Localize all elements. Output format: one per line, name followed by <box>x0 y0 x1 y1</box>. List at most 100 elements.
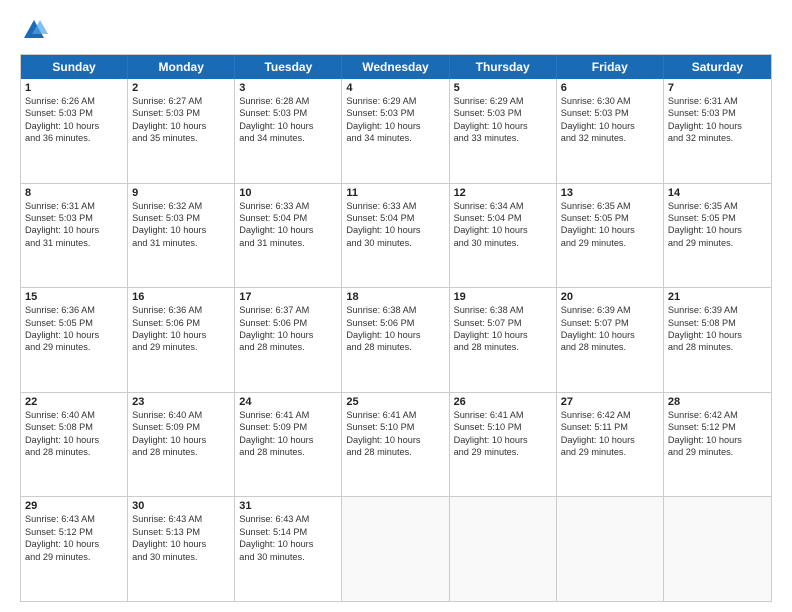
day-cell-10: 10Sunrise: 6:33 AMSunset: 5:04 PMDayligh… <box>235 184 342 288</box>
cell-text: Sunrise: 6:26 AMSunset: 5:03 PMDaylight:… <box>25 95 123 145</box>
day-number: 18 <box>346 291 444 303</box>
day-number: 3 <box>239 82 337 94</box>
cell-text: Sunrise: 6:43 AMSunset: 5:12 PMDaylight:… <box>25 513 123 563</box>
day-cell-17: 17Sunrise: 6:37 AMSunset: 5:06 PMDayligh… <box>235 288 342 392</box>
cell-text: Sunrise: 6:39 AMSunset: 5:07 PMDaylight:… <box>561 304 659 354</box>
day-number: 7 <box>668 82 767 94</box>
cell-text: Sunrise: 6:29 AMSunset: 5:03 PMDaylight:… <box>346 95 444 145</box>
day-number: 20 <box>561 291 659 303</box>
day-cell-2: 2Sunrise: 6:27 AMSunset: 5:03 PMDaylight… <box>128 79 235 183</box>
day-cell-15: 15Sunrise: 6:36 AMSunset: 5:05 PMDayligh… <box>21 288 128 392</box>
day-cell-9: 9Sunrise: 6:32 AMSunset: 5:03 PMDaylight… <box>128 184 235 288</box>
day-number: 30 <box>132 500 230 512</box>
day-number: 14 <box>668 187 767 199</box>
cell-text: Sunrise: 6:42 AMSunset: 5:11 PMDaylight:… <box>561 409 659 459</box>
day-number: 15 <box>25 291 123 303</box>
header-day-thursday: Thursday <box>450 55 557 79</box>
day-number: 23 <box>132 396 230 408</box>
calendar-row-4: 22Sunrise: 6:40 AMSunset: 5:08 PMDayligh… <box>21 392 771 497</box>
cell-text: Sunrise: 6:27 AMSunset: 5:03 PMDaylight:… <box>132 95 230 145</box>
cell-text: Sunrise: 6:34 AMSunset: 5:04 PMDaylight:… <box>454 200 552 250</box>
day-cell-25: 25Sunrise: 6:41 AMSunset: 5:10 PMDayligh… <box>342 393 449 497</box>
cell-text: Sunrise: 6:29 AMSunset: 5:03 PMDaylight:… <box>454 95 552 145</box>
day-cell-28: 28Sunrise: 6:42 AMSunset: 5:12 PMDayligh… <box>664 393 771 497</box>
day-cell-20: 20Sunrise: 6:39 AMSunset: 5:07 PMDayligh… <box>557 288 664 392</box>
calendar: SundayMondayTuesdayWednesdayThursdayFrid… <box>20 54 772 602</box>
calendar-row-2: 8Sunrise: 6:31 AMSunset: 5:03 PMDaylight… <box>21 183 771 288</box>
day-number: 9 <box>132 187 230 199</box>
header-day-sunday: Sunday <box>21 55 128 79</box>
cell-text: Sunrise: 6:43 AMSunset: 5:14 PMDaylight:… <box>239 513 337 563</box>
cell-text: Sunrise: 6:40 AMSunset: 5:08 PMDaylight:… <box>25 409 123 459</box>
day-number: 2 <box>132 82 230 94</box>
header-day-wednesday: Wednesday <box>342 55 449 79</box>
header-day-friday: Friday <box>557 55 664 79</box>
day-cell-3: 3Sunrise: 6:28 AMSunset: 5:03 PMDaylight… <box>235 79 342 183</box>
day-number: 11 <box>346 187 444 199</box>
day-cell-30: 30Sunrise: 6:43 AMSunset: 5:13 PMDayligh… <box>128 497 235 601</box>
cell-text: Sunrise: 6:38 AMSunset: 5:06 PMDaylight:… <box>346 304 444 354</box>
cell-text: Sunrise: 6:43 AMSunset: 5:13 PMDaylight:… <box>132 513 230 563</box>
day-number: 5 <box>454 82 552 94</box>
day-cell-31: 31Sunrise: 6:43 AMSunset: 5:14 PMDayligh… <box>235 497 342 601</box>
cell-text: Sunrise: 6:35 AMSunset: 5:05 PMDaylight:… <box>668 200 767 250</box>
calendar-row-5: 29Sunrise: 6:43 AMSunset: 5:12 PMDayligh… <box>21 496 771 601</box>
calendar-header: SundayMondayTuesdayWednesdayThursdayFrid… <box>21 55 771 79</box>
cell-text: Sunrise: 6:37 AMSunset: 5:06 PMDaylight:… <box>239 304 337 354</box>
header-day-monday: Monday <box>128 55 235 79</box>
day-cell-24: 24Sunrise: 6:41 AMSunset: 5:09 PMDayligh… <box>235 393 342 497</box>
day-cell-11: 11Sunrise: 6:33 AMSunset: 5:04 PMDayligh… <box>342 184 449 288</box>
day-number: 21 <box>668 291 767 303</box>
header-day-tuesday: Tuesday <box>235 55 342 79</box>
day-number: 29 <box>25 500 123 512</box>
day-number: 19 <box>454 291 552 303</box>
day-cell-1: 1Sunrise: 6:26 AMSunset: 5:03 PMDaylight… <box>21 79 128 183</box>
cell-text: Sunrise: 6:41 AMSunset: 5:10 PMDaylight:… <box>454 409 552 459</box>
cell-text: Sunrise: 6:40 AMSunset: 5:09 PMDaylight:… <box>132 409 230 459</box>
cell-text: Sunrise: 6:36 AMSunset: 5:05 PMDaylight:… <box>25 304 123 354</box>
empty-cell <box>664 497 771 601</box>
cell-text: Sunrise: 6:30 AMSunset: 5:03 PMDaylight:… <box>561 95 659 145</box>
calendar-row-3: 15Sunrise: 6:36 AMSunset: 5:05 PMDayligh… <box>21 287 771 392</box>
day-cell-22: 22Sunrise: 6:40 AMSunset: 5:08 PMDayligh… <box>21 393 128 497</box>
day-cell-26: 26Sunrise: 6:41 AMSunset: 5:10 PMDayligh… <box>450 393 557 497</box>
empty-cell <box>557 497 664 601</box>
day-number: 28 <box>668 396 767 408</box>
day-cell-29: 29Sunrise: 6:43 AMSunset: 5:12 PMDayligh… <box>21 497 128 601</box>
header-day-saturday: Saturday <box>664 55 771 79</box>
day-number: 6 <box>561 82 659 94</box>
cell-text: Sunrise: 6:33 AMSunset: 5:04 PMDaylight:… <box>346 200 444 250</box>
cell-text: Sunrise: 6:31 AMSunset: 5:03 PMDaylight:… <box>25 200 123 250</box>
cell-text: Sunrise: 6:38 AMSunset: 5:07 PMDaylight:… <box>454 304 552 354</box>
day-cell-12: 12Sunrise: 6:34 AMSunset: 5:04 PMDayligh… <box>450 184 557 288</box>
cell-text: Sunrise: 6:35 AMSunset: 5:05 PMDaylight:… <box>561 200 659 250</box>
day-number: 31 <box>239 500 337 512</box>
empty-cell <box>342 497 449 601</box>
cell-text: Sunrise: 6:41 AMSunset: 5:10 PMDaylight:… <box>346 409 444 459</box>
calendar-row-1: 1Sunrise: 6:26 AMSunset: 5:03 PMDaylight… <box>21 79 771 183</box>
cell-text: Sunrise: 6:28 AMSunset: 5:03 PMDaylight:… <box>239 95 337 145</box>
calendar-body: 1Sunrise: 6:26 AMSunset: 5:03 PMDaylight… <box>21 79 771 601</box>
day-number: 17 <box>239 291 337 303</box>
day-number: 10 <box>239 187 337 199</box>
day-number: 4 <box>346 82 444 94</box>
day-cell-18: 18Sunrise: 6:38 AMSunset: 5:06 PMDayligh… <box>342 288 449 392</box>
day-cell-27: 27Sunrise: 6:42 AMSunset: 5:11 PMDayligh… <box>557 393 664 497</box>
cell-text: Sunrise: 6:33 AMSunset: 5:04 PMDaylight:… <box>239 200 337 250</box>
day-number: 27 <box>561 396 659 408</box>
day-number: 12 <box>454 187 552 199</box>
day-cell-14: 14Sunrise: 6:35 AMSunset: 5:05 PMDayligh… <box>664 184 771 288</box>
cell-text: Sunrise: 6:36 AMSunset: 5:06 PMDaylight:… <box>132 304 230 354</box>
cell-text: Sunrise: 6:41 AMSunset: 5:09 PMDaylight:… <box>239 409 337 459</box>
cell-text: Sunrise: 6:39 AMSunset: 5:08 PMDaylight:… <box>668 304 767 354</box>
cell-text: Sunrise: 6:31 AMSunset: 5:03 PMDaylight:… <box>668 95 767 145</box>
day-cell-16: 16Sunrise: 6:36 AMSunset: 5:06 PMDayligh… <box>128 288 235 392</box>
day-number: 16 <box>132 291 230 303</box>
header <box>20 16 772 44</box>
cell-text: Sunrise: 6:42 AMSunset: 5:12 PMDaylight:… <box>668 409 767 459</box>
day-cell-8: 8Sunrise: 6:31 AMSunset: 5:03 PMDaylight… <box>21 184 128 288</box>
day-number: 26 <box>454 396 552 408</box>
empty-cell <box>450 497 557 601</box>
day-cell-13: 13Sunrise: 6:35 AMSunset: 5:05 PMDayligh… <box>557 184 664 288</box>
day-cell-6: 6Sunrise: 6:30 AMSunset: 5:03 PMDaylight… <box>557 79 664 183</box>
